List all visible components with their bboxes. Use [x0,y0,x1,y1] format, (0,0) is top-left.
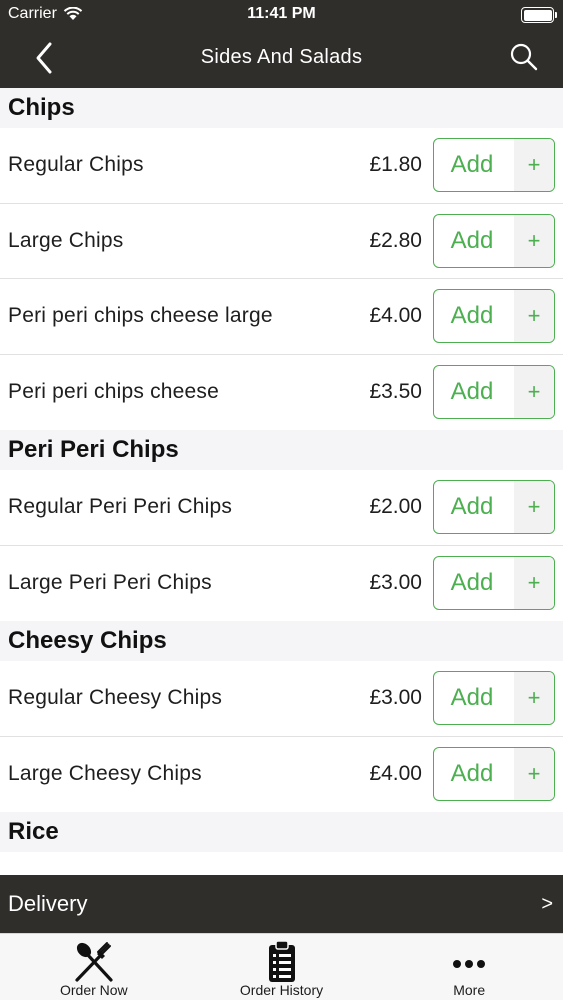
section-header-chips: Chips [0,88,563,128]
section-items-chips: Regular Chips £1.80 Add + Large Chips £2… [0,128,563,430]
tab-bar: Order Now Order History More [0,933,563,1000]
menu-item: Large Cheesy Chips £4.00 Add + [0,736,563,812]
page-title: Sides And Salads [200,46,363,68]
item-price: £3.00 [369,686,422,710]
battery-icon [521,7,557,23]
menu-item: Regular Chips £1.80 Add + [0,128,563,204]
menu-item: Regular Cheesy Chips £3.00 Add + [0,661,563,737]
add-button[interactable]: Add + [433,213,555,268]
plus-icon: + [514,290,554,343]
add-button[interactable]: Add + [433,671,555,726]
item-price: £4.00 [369,762,422,786]
nav-bar: Sides And Salads [0,30,563,88]
item-name: Regular Peri Peri Chips [8,495,233,519]
delivery-bar[interactable]: Delivery > [0,875,563,933]
tab-order-history[interactable]: Order History [188,934,376,1000]
add-label: Add [450,302,494,330]
add-label: Add [450,151,494,179]
add-button[interactable]: Add + [433,747,555,802]
item-price: £4.00 [369,304,422,328]
item-price: £2.00 [369,495,422,519]
plus-icon: + [514,672,554,725]
item-name: Large Chips [8,228,124,252]
menu-item: Peri peri chips cheese large £4.00 Add + [0,279,563,355]
add-label: Add [450,760,494,788]
plus-icon: + [514,748,554,801]
section-header-peri-peri-chips: Peri Peri Chips [0,430,563,470]
section-header-rice: Rice [0,812,563,852]
item-price: £1.80 [369,153,422,177]
item-name: Regular Cheesy Chips [8,686,223,710]
menu-item: Regular Peri Peri Chips £2.00 Add + [0,470,563,546]
search-button[interactable] [509,42,539,72]
clipboard-list-icon [259,939,305,985]
add-button[interactable]: Add + [433,556,555,611]
tab-label: More [453,982,486,998]
status-bar: Carrier 11:41 PM [0,0,563,30]
menu-item: Large Chips £2.80 Add + [0,203,563,279]
item-name: Peri peri chips cheese large [8,304,273,328]
item-price: £3.00 [369,571,422,595]
section-header-cheesy-chips: Cheesy Chips [0,621,563,661]
plus-icon: + [514,366,554,419]
plus-icon: + [514,557,554,610]
tab-order-now[interactable]: Order Now [0,934,188,1000]
chevron-right-icon: > [541,892,553,915]
search-icon [510,43,538,71]
section-items-peri-peri-chips: Regular Peri Peri Chips £2.00 Add + Larg… [0,470,563,621]
menu-item: Peri peri chips cheese £3.50 Add + [0,354,563,430]
add-label: Add [450,378,494,406]
item-name: Peri peri chips cheese [8,380,220,404]
section-items-cheesy-chips: Regular Cheesy Chips £3.00 Add + Large C… [0,661,563,812]
add-label: Add [450,569,494,597]
tab-label: Order Now [59,982,128,998]
add-label: Add [450,226,494,254]
item-price: £3.50 [369,380,422,404]
tab-more[interactable]: More [375,934,563,1000]
item-name: Large Peri Peri Chips [8,571,212,595]
add-button[interactable]: Add + [433,138,555,193]
status-time: 11:41 PM [247,5,316,22]
top-bar: Carrier 11:41 PM Sides And Salads [0,0,563,88]
add-button[interactable]: Add + [433,289,555,344]
plus-icon: + [514,139,554,192]
item-name: Large Cheesy Chips [8,762,202,786]
delivery-label: Delivery [8,891,88,916]
item-name: Regular Chips [8,153,144,177]
tab-label: Order History [239,982,324,998]
add-button[interactable]: Add + [433,365,555,420]
add-label: Add [450,684,494,712]
plus-icon: + [514,214,554,267]
add-button[interactable]: Add + [433,480,555,535]
item-price: £2.80 [369,228,422,252]
menu-item: Large Peri Peri Chips £3.00 Add + [0,545,563,621]
fork-spoon-icon [71,939,117,985]
menu-list: Chips Regular Chips £1.80 Add + Large Ch… [0,88,563,875]
plus-icon: + [514,481,554,534]
add-label: Add [450,493,494,521]
more-dots-icon [446,939,492,985]
